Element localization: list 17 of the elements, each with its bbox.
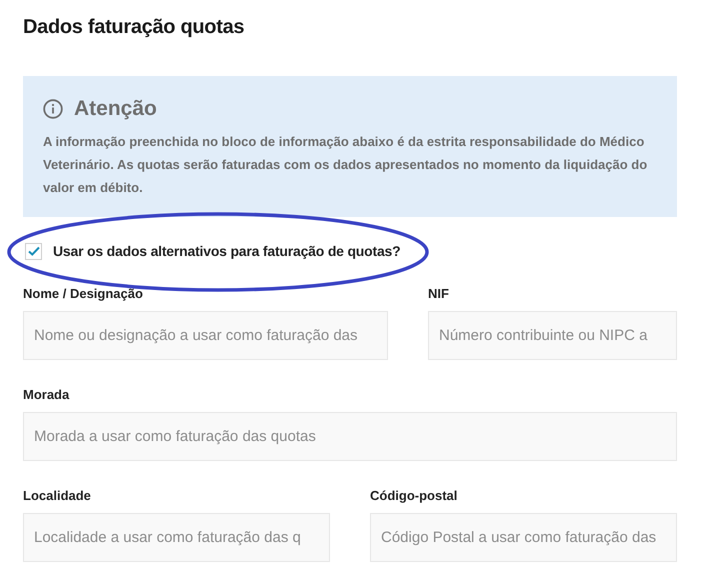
field-label: NIF (428, 285, 450, 302)
input-field[interactable]: Número contribuinte ou NIPC a (428, 311, 677, 360)
field-label: Nome / Designação (23, 285, 144, 302)
notice-title: Atenção (74, 96, 157, 122)
input-field[interactable]: Código Postal a usar como faturação das (370, 513, 677, 562)
checkbox-label: Usar os dados alternativos para faturação de quotas? (53, 242, 400, 261)
field-label: Localidade (23, 487, 92, 504)
page-title: Dados faturação quotas (23, 15, 246, 40)
input-field[interactable]: Localidade a usar como faturação das q (23, 513, 330, 562)
check-icon (28, 246, 40, 256)
checkbox[interactable] (25, 242, 42, 260)
notice-text: A informação preenchida no bloco de informação abaixo é da estrita responsabilidade do Médico Veterinário. As quotas serão faturadas com os dados apresentados no momento da liquidação do valor em débito. (43, 133, 648, 197)
field-label: Código-postal (370, 487, 458, 504)
input-field[interactable]: Morada a usar como faturação das quotas (23, 412, 677, 461)
field-label: Morada (23, 386, 70, 403)
input-field[interactable]: Nome ou designação a usar como faturação das (23, 311, 388, 360)
info-icon (43, 99, 63, 119)
